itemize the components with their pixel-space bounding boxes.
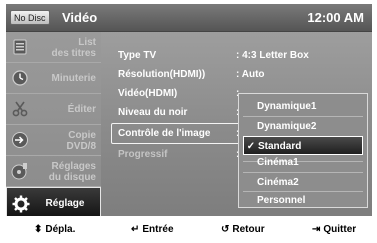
option-personnel[interactable]: Personnel (243, 191, 363, 210)
edit-scissors-icon (11, 100, 29, 118)
bottom-hint-bar: ⬍ Dépla. ↵ Entrée ↺ Retour ⇥ Quitter (0, 216, 377, 243)
hint-label: Quitter (323, 224, 357, 235)
exit-icon: ⇥ (312, 224, 321, 235)
sidebar-item-copy[interactable]: Copie DVD/8 (6, 125, 101, 156)
sidebar-item-title-list[interactable]: List des titres (6, 32, 101, 63)
sidebar-item-label: Copie DVD/8 (66, 129, 96, 152)
option-label: Standard (258, 141, 302, 152)
option-label: Cinéma2 (257, 177, 299, 188)
hint-label: Retour (232, 224, 265, 235)
sidebar-item-edit[interactable]: Éditer (6, 94, 101, 125)
hint-exit: ⇥ Quitter (312, 223, 356, 237)
page-title: Vidéo (62, 10, 98, 25)
hint-label: Entrée (142, 224, 174, 235)
gear-icon (12, 195, 30, 213)
enter-icon: ↵ (131, 224, 140, 235)
setting-row-tv-type[interactable]: Type TV : 4:3 Letter Box (101, 46, 372, 65)
sidebar-item-label: List des titres (51, 36, 96, 59)
option-label: Personnel (257, 195, 306, 206)
timer-clock-icon (11, 69, 29, 87)
disc-settings-icon (11, 162, 29, 180)
hint-enter: ↵ Entrée (131, 223, 174, 237)
setting-label: Type TV (118, 50, 157, 61)
setting-label: Progressif (118, 149, 168, 160)
clock: 12:00 AM (307, 10, 364, 25)
picture-control-dropdown[interactable]: Dynamique1 Dynamique2 ✓ Standard Cinéma1 … (238, 93, 368, 208)
osd-panel: No Disc Vidéo 12:00 AM List des titres M… (6, 4, 372, 220)
sidebar-item-label: Réglage (45, 198, 85, 209)
sidebar-item-label: Minuterie (51, 73, 96, 84)
sidebar-item-label: Réglages du disque (48, 160, 96, 183)
option-label: Cinéma1 (257, 157, 299, 168)
sidebar-item-timer[interactable]: Minuterie (6, 63, 101, 94)
option-label: Dynamique1 (257, 101, 317, 112)
disc-status-badge: No Disc (10, 10, 50, 25)
option-dynamique1[interactable]: Dynamique1 (243, 97, 363, 116)
hint-return: ↺ Retour (221, 223, 265, 237)
option-dynamique2[interactable]: Dynamique2 (243, 117, 363, 136)
copy-disc-icon (11, 131, 29, 149)
option-cinema1[interactable]: Cinéma1 (243, 153, 363, 172)
setting-label: Vidéo(HDMI) (118, 88, 178, 99)
tv-osd-screen: No Disc Vidéo 12:00 AM List des titres M… (0, 0, 377, 243)
updown-arrows-icon: ⬍ (34, 224, 43, 235)
option-cinema2[interactable]: Cinéma2 (243, 173, 363, 192)
sidebar-item-disc-settings[interactable]: Réglages du disque (6, 156, 101, 187)
hint-label: Dépla. (45, 224, 76, 235)
hint-move: ⬍ Dépla. (34, 223, 75, 237)
setting-label: Résolution(HDMI)) (118, 69, 206, 80)
option-label: Dynamique2 (257, 121, 317, 132)
title-list-icon (11, 38, 29, 56)
setting-value: : Auto (236, 69, 265, 80)
top-bar: No Disc Vidéo 12:00 AM (6, 4, 372, 32)
sidebar-item-label: Éditer (67, 104, 96, 115)
sidebar-menu: List des titres Minuterie Éditer Copie D… (6, 32, 101, 220)
setting-label: Niveau du noir (118, 107, 188, 118)
setting-value: : 4:3 Letter Box (236, 50, 309, 61)
return-icon: ↺ (221, 224, 230, 235)
setting-row-hdmi-resolution[interactable]: Résolution(HDMI)) : Auto (101, 65, 372, 84)
